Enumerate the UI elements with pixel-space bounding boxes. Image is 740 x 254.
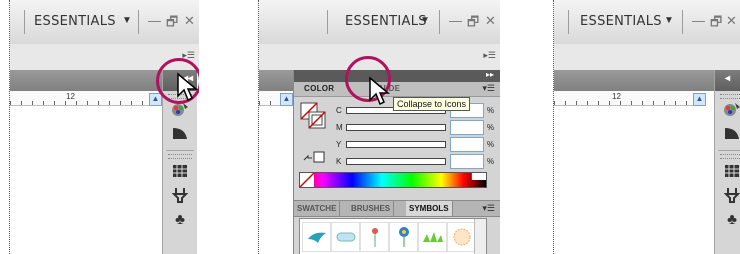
horizontal-ruler: 12 (10, 91, 150, 106)
sun-symbol-icon[interactable] (447, 222, 476, 252)
black-slider[interactable] (346, 158, 446, 165)
workspace-dropdown-icon[interactable]: ▼ (420, 15, 430, 26)
collapse-to-icons-button[interactable]: ▸▸ (486, 70, 494, 79)
dock-divider (718, 150, 740, 151)
separator (568, 10, 569, 34)
percent-label: % (487, 106, 495, 115)
brush-icon[interactable] (715, 184, 740, 206)
color-panel-tabs: COLOR UIDE ▾☰ (294, 82, 500, 97)
close-button[interactable]: ✕ (485, 13, 496, 29)
horizontal-ruler: 12 (554, 91, 694, 106)
club-symbol-icon[interactable]: ♣ (715, 208, 740, 230)
mouse-pointer-icon (369, 76, 391, 106)
black-value-field[interactable] (450, 154, 484, 169)
swap-fill-stroke-icon[interactable] (302, 150, 328, 164)
workspace-switcher-label[interactable]: ESSENTIALS (580, 14, 662, 29)
artboard-canvas (259, 106, 293, 254)
magenta-slider[interactable] (346, 124, 446, 131)
slider-label-y: Y (336, 140, 342, 149)
cloud-symbol-icon[interactable] (331, 222, 360, 252)
close-button[interactable]: ✕ (726, 13, 737, 29)
app-title-bar: ESSENTIALS ▼ — 🗗 ✕ (10, 0, 199, 45)
tab-swatches[interactable]: SWATCHE (294, 201, 341, 216)
percent-label: % (487, 123, 495, 132)
expand-panels-icon[interactable]: ◂ (725, 73, 730, 84)
screenshot-collapsed-dock-after: ESSENTIALS ▼ — 🗗 ✕ 12 ▲ ◂ ♣ (552, 0, 740, 254)
none-swatch[interactable] (299, 172, 315, 188)
scroll-up-button[interactable]: ▲ (280, 93, 293, 106)
fill-stroke-icon[interactable] (300, 102, 328, 134)
control-strip (554, 44, 740, 71)
workspace-dropdown-icon[interactable]: ▼ (664, 15, 674, 26)
document-tab-bar (259, 70, 293, 91)
ruler-label: 12 (612, 92, 621, 101)
close-button[interactable]: ✕ (184, 13, 195, 29)
strip-menu-icon[interactable]: ▸☰ (483, 50, 496, 61)
slider-label-m: M (336, 123, 343, 132)
grass-symbol-icon[interactable] (418, 222, 447, 252)
dock-grip[interactable] (168, 154, 192, 159)
document-tab-bar (554, 70, 718, 91)
separator (138, 10, 139, 34)
screenshot-collapsed-dock: ESSENTIALS ▼ — 🗗 ✕ ▸☰ 12 ▲ ◂◂ ♣ (0, 0, 199, 254)
workspace-dropdown-icon[interactable]: ▼ (122, 15, 132, 26)
scroll-up-button[interactable]: ▲ (693, 93, 706, 106)
ruler-label: 12 (66, 92, 75, 101)
brush-icon[interactable] (163, 184, 197, 206)
symbols-grid (299, 218, 487, 254)
slider-label-c: C (336, 106, 342, 115)
flower-stem-symbol-icon[interactable] (360, 222, 389, 252)
workspace-switcher-label[interactable]: ESSENTIALS (34, 14, 116, 29)
tab-brushes[interactable]: BRUSHES (348, 201, 395, 216)
color-wheel-icon[interactable] (715, 98, 740, 120)
app-title-bar: ESSENTIALS ▼ — 🗗 ✕ (259, 0, 500, 45)
flower-symbol-icon[interactable] (389, 222, 418, 252)
app-title-bar: ESSENTIALS ▼ — 🗗 ✕ (554, 0, 740, 45)
minimize-button[interactable]: — (692, 13, 705, 28)
separator (24, 10, 25, 34)
color-spectrum-bar[interactable] (299, 172, 487, 188)
horizontal-ruler (259, 91, 281, 106)
yellow-slider[interactable] (346, 141, 446, 148)
swatches-panel-tabs: SWATCHE BRUSHES SYMBOLS ▾☰ (294, 200, 500, 217)
tab-symbols[interactable]: SYMBOLS (406, 201, 453, 216)
panel-header[interactable]: ▸▸ (294, 70, 500, 82)
tab-color[interactable]: COLOR (304, 84, 334, 93)
swatch-grid-icon[interactable] (715, 160, 740, 182)
separator (439, 10, 440, 34)
separator (682, 10, 683, 34)
dock-header[interactable]: ◂ (715, 70, 740, 91)
minimize-button[interactable]: — (449, 13, 462, 28)
artboard-canvas (554, 106, 704, 254)
minimize-button[interactable]: — (148, 13, 161, 28)
gradient-icon[interactable] (715, 122, 740, 144)
workspace-switcher-label[interactable]: ESSENTIALS (345, 14, 427, 29)
document-tab-bar (10, 70, 162, 91)
gradient-icon[interactable] (163, 122, 197, 144)
restore-button[interactable]: 🗗 (710, 13, 722, 35)
artboard-canvas (10, 106, 160, 254)
dock-divider (166, 150, 194, 151)
mouse-pointer-icon (177, 72, 199, 102)
screenshot-expanded-color-panel: ESSENTIALS ▼ — 🗗 ✕ ▸☰ ▲ ▸▸ COLOR UIDE ▾☰ (256, 0, 500, 254)
separator (327, 10, 328, 34)
restore-button[interactable]: 🗗 (467, 13, 479, 35)
swatch-grid-icon[interactable] (163, 160, 197, 182)
bird-symbol-icon[interactable] (302, 222, 331, 252)
magenta-value-field[interactable] (450, 120, 484, 135)
panel-menu-icon[interactable]: ▾☰ (482, 203, 495, 214)
club-symbol-icon[interactable]: ♣ (163, 208, 197, 230)
restore-button[interactable]: 🗗 (166, 13, 178, 35)
icon-dock: ◂ ♣ (714, 70, 740, 254)
percent-label: % (487, 157, 495, 166)
panel-menu-icon[interactable]: ▾☰ (482, 83, 495, 94)
percent-label: % (487, 140, 495, 149)
slider-label-k: K (336, 157, 342, 166)
yellow-value-field[interactable] (450, 137, 484, 152)
tooltip: Collapse to Icons (393, 97, 471, 111)
symbols-scrollbar[interactable] (474, 219, 486, 254)
white-swatch[interactable] (471, 173, 486, 180)
dock-grip[interactable] (720, 154, 740, 159)
